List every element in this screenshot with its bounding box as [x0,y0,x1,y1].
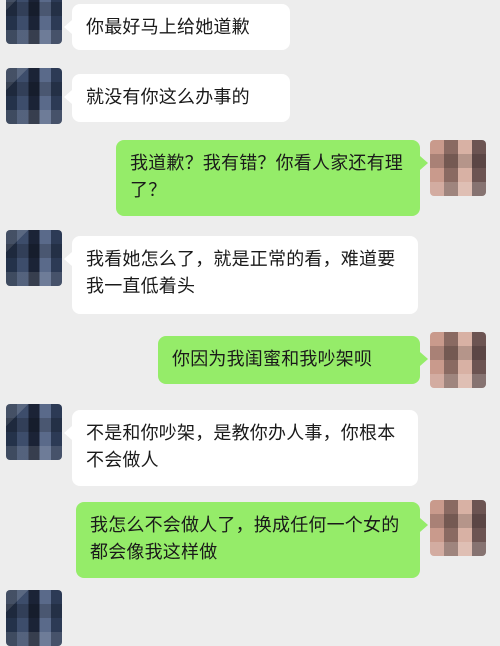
message-bubble-incoming: 不是和你吵架，是教你办人事，你根本不会做人 [64,410,418,486]
contact-avatar[interactable] [6,230,62,286]
user-avatar[interactable] [430,140,486,196]
message-bubble-incoming: 我看她怎么了，就是正常的看，难道要我一直低着头 [64,236,418,314]
user-avatar[interactable] [430,500,486,556]
contact-avatar[interactable] [6,68,62,124]
chat-window: 你最好马上给她道歉 就没有你这么办事的 我道歉？我有错？你看人家还有理了？ 我看… [0,0,500,646]
contact-avatar[interactable] [6,590,62,646]
message-bubble-incoming: 就没有你这么办事的 [64,74,290,122]
message-bubble-outgoing: 我道歉？我有错？你看人家还有理了？ [116,140,428,216]
user-avatar[interactable] [430,332,486,388]
message-bubble-outgoing: 你因为我闺蜜和我吵架呗 [158,336,428,384]
message-bubble-outgoing: 我怎么不会做人了，换成任何一个女的都会像我这样做 [76,502,428,578]
contact-avatar[interactable] [6,404,62,460]
message-bubble-incoming: 你最好马上给她道歉 [64,4,290,50]
contact-avatar[interactable] [6,0,62,44]
